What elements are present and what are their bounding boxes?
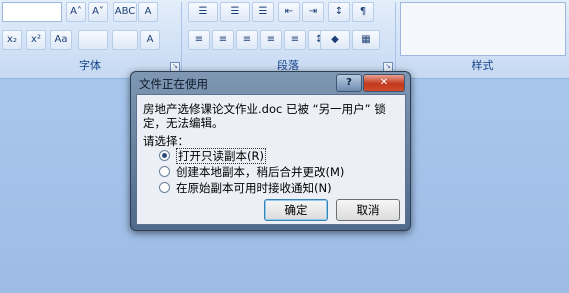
borders-button[interactable]: ▦: [352, 30, 380, 50]
decrease-indent-button[interactable]: ⇤: [278, 2, 300, 22]
close-button[interactable]: ✕: [363, 74, 405, 92]
text-effects-button[interactable]: A: [138, 2, 158, 22]
increase-indent-button[interactable]: ⇥: [302, 2, 324, 22]
align-left-button[interactable]: ≡: [188, 30, 210, 50]
distribute-button[interactable]: ≡: [284, 30, 306, 50]
help-button[interactable]: ?: [336, 74, 362, 92]
superscript-button[interactable]: x²: [26, 30, 46, 50]
styles-gallery[interactable]: [400, 2, 566, 56]
case-button[interactable]: Aa: [50, 30, 72, 50]
shading-button[interactable]: ◆: [320, 30, 350, 50]
choose-prompt: 请选择：: [143, 134, 189, 148]
align-center-button[interactable]: ≡: [212, 30, 234, 50]
bullets-button[interactable]: ☰: [188, 2, 218, 22]
change-case-button[interactable]: ABC: [113, 2, 137, 22]
show-marks-button[interactable]: ¶: [352, 2, 374, 22]
ok-button[interactable]: 确定: [264, 199, 328, 221]
lock-message: 房地产选修课论文作业.doc 已被 “另一用户” 锁定，无法编辑。: [143, 102, 386, 130]
option-local-copy-label: 创建本地副本，稍后合并更改(M): [176, 165, 345, 179]
font-size-box[interactable]: [2, 2, 62, 22]
option-local-copy[interactable]: 创建本地副本，稍后合并更改(M): [159, 165, 344, 179]
option-read-only[interactable]: 打开只读副本(R): [159, 148, 266, 164]
radio-read-only[interactable]: [159, 150, 170, 161]
multilevel-button[interactable]: ☰: [252, 2, 274, 22]
dialog-titlebar[interactable]: 文件正在使用 ? ✕: [131, 72, 410, 94]
dialog-body: 房地产选修课论文作业.doc 已被 “另一用户” 锁定，无法编辑。 请选择： 打…: [136, 94, 406, 225]
ribbon: A˄ A˅ ABC A x₂ x² Aa A ☰ ☰ ☰ ⇤ ⇥ ↕ ¶ ≡ ≡…: [0, 0, 569, 79]
radio-notify[interactable]: [159, 182, 170, 193]
char-border-button[interactable]: A: [140, 30, 160, 50]
radio-local-copy[interactable]: [159, 166, 170, 177]
shrink-font-button[interactable]: A˅: [88, 2, 108, 22]
styles-group-label: 样式: [471, 59, 494, 72]
option-notify-label: 在原始副本可用时接收通知(N): [176, 181, 332, 195]
sort-button[interactable]: ↕: [328, 2, 350, 22]
numbering-button[interactable]: ☰: [220, 2, 250, 22]
option-read-only-label: 打开只读副本(R): [176, 148, 266, 164]
grow-font-button[interactable]: A˄: [66, 2, 86, 22]
subscript-button[interactable]: x₂: [2, 30, 22, 50]
font-color-button[interactable]: [112, 30, 138, 50]
option-notify[interactable]: 在原始副本可用时接收通知(N): [159, 181, 332, 195]
cancel-button[interactable]: 取消: [336, 199, 400, 221]
file-in-use-dialog: 文件正在使用 ? ✕ 房地产选修课论文作业.doc 已被 “另一用户” 锁定，无…: [130, 71, 411, 231]
align-right-button[interactable]: ≡: [236, 30, 258, 50]
justify-button[interactable]: ≡: [260, 30, 282, 50]
highlight-button[interactable]: [78, 30, 108, 50]
dialog-title: 文件正在使用: [139, 77, 208, 91]
